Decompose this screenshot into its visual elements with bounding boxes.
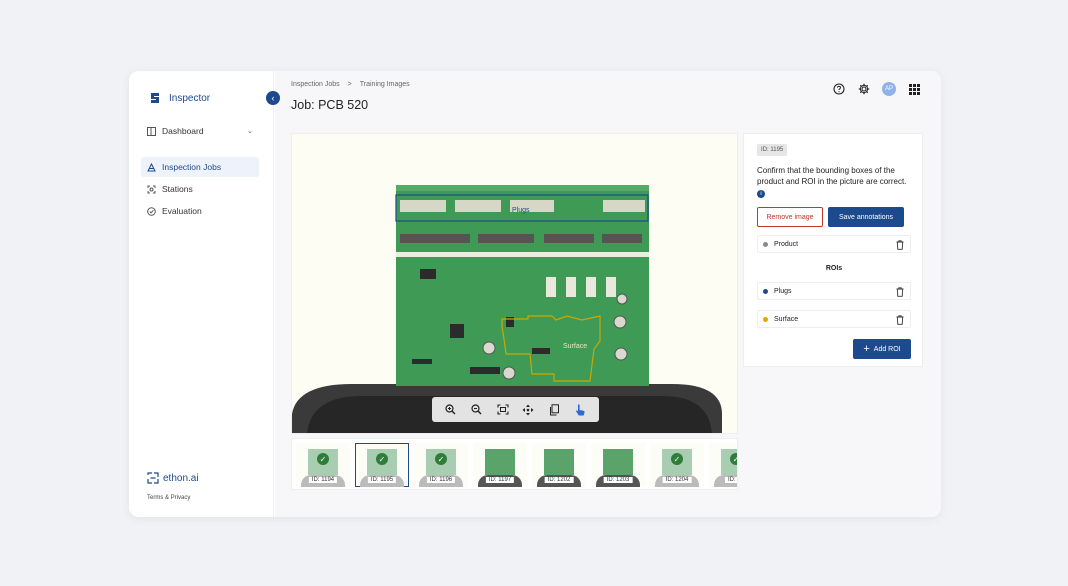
chevron-down-icon[interactable]: ⌄ bbox=[247, 127, 253, 135]
confirm-message: Confirm that the bounding boxes of the p… bbox=[757, 166, 907, 186]
thumbnail-id: ID: 12 bbox=[724, 477, 737, 483]
rois-heading: ROIs bbox=[825, 265, 843, 272]
breadcrumb-item-inspection-jobs[interactable]: Inspection Jobs bbox=[291, 81, 340, 88]
thumbnail-item[interactable]: ✓ ID: 1204 bbox=[650, 443, 704, 487]
breadcrumb: Inspection Jobs > Training Images bbox=[291, 81, 410, 88]
breadcrumb-item-training-images[interactable]: Training Images bbox=[360, 81, 410, 88]
breadcrumb-separator: > bbox=[347, 81, 352, 88]
check-icon: ✓ bbox=[730, 453, 737, 465]
image-id-badge: ID: 1195 bbox=[757, 144, 788, 156]
thumbnail-image bbox=[485, 449, 515, 475]
pointer-icon[interactable] bbox=[571, 401, 589, 419]
confirm-text: Confirm that the bounding boxes of the p… bbox=[757, 166, 912, 198]
thumbnail-item[interactable]: ID: 1203 bbox=[591, 443, 645, 487]
app-name: Inspector bbox=[169, 92, 211, 104]
thumbnail-id: ID: 1194 bbox=[308, 477, 338, 483]
chevron-left-icon: ‹ bbox=[271, 93, 275, 103]
roi-color-dot bbox=[763, 316, 768, 322]
surface-roi-label: Surface bbox=[563, 343, 587, 350]
trash-icon[interactable] bbox=[896, 240, 904, 250]
trash-icon[interactable] bbox=[896, 287, 904, 297]
gear-icon[interactable] bbox=[857, 82, 871, 96]
sidebar-item-label: Evaluation bbox=[162, 206, 202, 216]
pcb-image: Plugs Surface bbox=[292, 185, 722, 433]
roi-row-plugs[interactable]: Plugs bbox=[757, 282, 911, 300]
sidebar-item-evaluation[interactable]: Evaluation bbox=[141, 201, 259, 221]
add-roi-button[interactable]: + Add ROI bbox=[853, 339, 911, 359]
product-color-dot bbox=[763, 241, 768, 247]
thumbnail-item[interactable]: ✓ ID: 1196 bbox=[414, 443, 468, 487]
save-annotations-button[interactable]: Save annotations bbox=[828, 207, 904, 227]
brand[interactable]: Inspector bbox=[149, 91, 210, 105]
trash-icon[interactable] bbox=[896, 315, 904, 325]
sidebar-item-label: Inspection Jobs bbox=[162, 162, 222, 172]
thumbnail-id: ID: 1203 bbox=[603, 477, 633, 483]
thumbnail-id: ID: 1204 bbox=[662, 477, 692, 483]
thumbnail-id: ID: 1196 bbox=[426, 477, 456, 483]
thumbnail-item[interactable]: ID: 1197 bbox=[473, 443, 527, 487]
info-icon[interactable]: i bbox=[757, 190, 765, 198]
image-viewer[interactable]: Plugs Surface bbox=[291, 133, 738, 434]
page-title: Job: PCB 520 bbox=[291, 98, 369, 112]
zoom-in-icon[interactable] bbox=[442, 401, 460, 419]
add-roi-label: Add ROI bbox=[873, 345, 901, 353]
avatar[interactable]: AP bbox=[882, 82, 896, 96]
main-content: Inspection Jobs > Training Images Job: P… bbox=[275, 71, 941, 517]
thumbnail-id: ID: 1202 bbox=[544, 477, 574, 483]
check-icon: ✓ bbox=[317, 453, 329, 465]
inspector-logo-icon bbox=[151, 93, 159, 103]
check-icon: ✓ bbox=[671, 453, 683, 465]
image-toolbar bbox=[432, 397, 599, 422]
copy-icon[interactable] bbox=[545, 401, 563, 419]
thumbnail-id: ID: 1195 bbox=[367, 477, 397, 483]
thumbnail-item[interactable]: ID: 1202 bbox=[532, 443, 586, 487]
ethon-name: ethon.ai bbox=[163, 472, 199, 484]
product-label: Product bbox=[774, 240, 799, 248]
ethon-logo-icon bbox=[147, 472, 159, 484]
plus-icon: + bbox=[863, 343, 870, 355]
thumbnail-id: ID: 1197 bbox=[485, 477, 515, 483]
help-icon[interactable] bbox=[832, 82, 846, 96]
thumbnail-item-selected[interactable]: ✓ ID: 1195 bbox=[355, 443, 409, 487]
app-window: Inspector Dashboard ⌄ Inspection Jobs St… bbox=[129, 71, 941, 517]
apps-grid-icon[interactable] bbox=[907, 82, 921, 96]
roi-label: Surface bbox=[774, 315, 799, 323]
ethon-brand[interactable]: ethon.ai bbox=[147, 472, 199, 484]
top-toolbar: AP bbox=[832, 82, 921, 96]
sidebar-item-dashboard[interactable]: Dashboard ⌄ bbox=[141, 121, 259, 141]
thumbnail-image bbox=[544, 449, 574, 475]
collapse-sidebar-button[interactable]: ‹ bbox=[266, 91, 280, 105]
stations-icon bbox=[147, 185, 156, 193]
plugs-box-label: Plugs bbox=[512, 207, 530, 214]
roi-row-surface[interactable]: Surface bbox=[757, 310, 911, 328]
pan-icon[interactable] bbox=[519, 401, 537, 419]
roi-color-dot bbox=[763, 288, 768, 294]
thumbnail-item[interactable]: ✓ ID: 1194 bbox=[296, 443, 350, 487]
thumbnail-strip[interactable]: ✓ ID: 1194 ✓ ID: 1195 ✓ ID: 1196 ID: 119… bbox=[291, 438, 738, 490]
annotation-panel: ID: 1195 Confirm that the bounding boxes… bbox=[743, 133, 923, 367]
sidebar-item-label: Dashboard bbox=[162, 126, 204, 136]
roi-label: Plugs bbox=[774, 287, 792, 295]
check-icon: ✓ bbox=[435, 453, 447, 465]
fit-screen-icon[interactable] bbox=[494, 401, 512, 419]
sidebar: Inspector Dashboard ⌄ Inspection Jobs St… bbox=[129, 71, 274, 517]
evaluation-icon bbox=[147, 206, 156, 216]
sidebar-item-stations[interactable]: Stations bbox=[141, 179, 259, 199]
product-row[interactable]: Product bbox=[757, 235, 911, 253]
remove-image-button[interactable]: Remove image bbox=[757, 207, 823, 227]
thumbnail-image bbox=[603, 449, 633, 475]
zoom-out-icon[interactable] bbox=[468, 401, 486, 419]
dashboard-icon bbox=[147, 126, 156, 136]
inspection-icon bbox=[147, 162, 156, 171]
check-icon: ✓ bbox=[376, 453, 388, 465]
sidebar-item-label: Stations bbox=[162, 184, 193, 194]
sidebar-item-inspection-jobs[interactable]: Inspection Jobs bbox=[141, 157, 259, 177]
terms-link[interactable]: Terms & Privacy bbox=[147, 495, 190, 501]
thumbnail-item[interactable]: ✓ ID: 12 bbox=[709, 443, 737, 487]
